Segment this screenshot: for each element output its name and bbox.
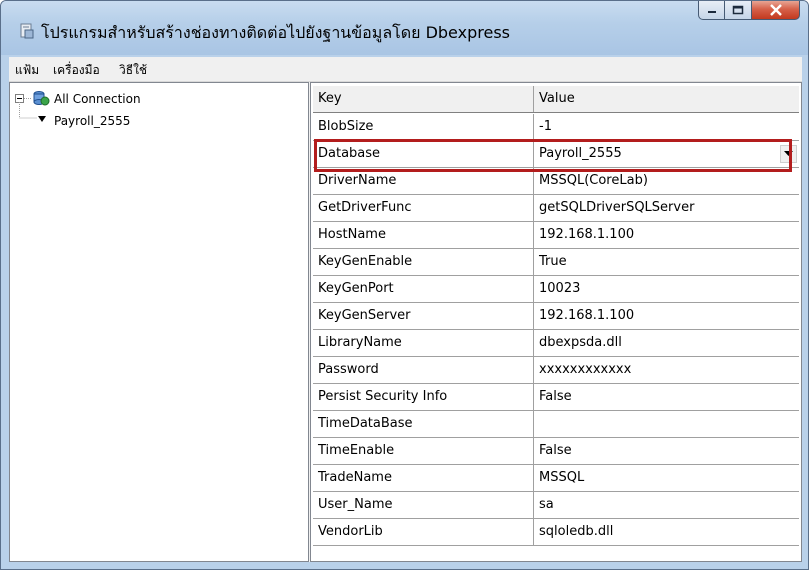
row-value[interactable]: dbexpsda.dll bbox=[534, 330, 799, 356]
row-value[interactable]: False bbox=[534, 438, 799, 464]
window-bottom-border bbox=[1, 562, 808, 569]
title-bar[interactable]: โปรแกรมสำหรับสร้างช่องทางติดต่อไปยังฐานข… bbox=[1, 1, 808, 55]
row-key: Password bbox=[313, 357, 534, 383]
row-value[interactable] bbox=[534, 411, 799, 437]
row-value[interactable]: 192.168.1.100 bbox=[534, 222, 799, 248]
minimize-button[interactable] bbox=[698, 1, 725, 20]
row-key: KeyGenEnable bbox=[313, 249, 534, 275]
app-icon bbox=[19, 23, 35, 39]
table-row[interactable]: TradeName MSSQL bbox=[313, 465, 799, 492]
row-key: TimeDataBase bbox=[313, 411, 534, 437]
table-row[interactable]: TimeDataBase bbox=[313, 411, 799, 438]
row-key: GetDriverFunc bbox=[313, 195, 534, 221]
menu-bar: แฟ้ม เครื่องมือ วิธีใช้ bbox=[9, 57, 802, 82]
row-value[interactable]: MSSQL bbox=[534, 465, 799, 491]
table-row[interactable]: HostName 192.168.1.100 bbox=[313, 222, 799, 249]
table-row[interactable]: KeyGenServer 192.168.1.100 bbox=[313, 303, 799, 330]
client-area: All Connection Payroll_2555 Key Value Bl… bbox=[9, 82, 802, 562]
row-value[interactable]: True bbox=[534, 249, 799, 275]
row-value[interactable]: xxxxxxxxxxxx bbox=[534, 357, 799, 383]
grid-header: Key Value bbox=[313, 86, 799, 113]
app-window: โปรแกรมสำหรับสร้างช่องทางติดต่อไปยังฐานข… bbox=[0, 0, 809, 570]
row-value[interactable]: Payroll_2555 bbox=[534, 141, 799, 167]
row-key: VendorLib bbox=[313, 519, 534, 545]
menu-tools[interactable]: เครื่องมือ bbox=[53, 61, 100, 80]
maximize-icon bbox=[732, 5, 744, 15]
row-value[interactable]: sa bbox=[534, 492, 799, 518]
row-key: TradeName bbox=[313, 465, 534, 491]
table-row[interactable]: LibraryName dbexpsda.dll bbox=[313, 330, 799, 357]
table-row[interactable]: VendorLib sqloledb.dll bbox=[313, 519, 799, 546]
row-value[interactable]: False bbox=[534, 384, 799, 410]
menu-file[interactable]: แฟ้ม bbox=[15, 61, 39, 80]
row-value[interactable]: 192.168.1.100 bbox=[534, 303, 799, 329]
menu-help[interactable]: วิธีใช้ bbox=[119, 61, 147, 80]
table-row[interactable]: KeyGenPort 10023 bbox=[313, 276, 799, 303]
chevron-down-icon bbox=[784, 151, 793, 156]
minimize-icon bbox=[707, 11, 716, 13]
row-key: User_Name bbox=[313, 492, 534, 518]
row-value[interactable]: 10023 bbox=[534, 276, 799, 302]
row-key: LibraryName bbox=[313, 330, 534, 356]
header-value: Value bbox=[534, 86, 799, 112]
expand-arrow-icon[interactable] bbox=[37, 115, 47, 123]
row-value[interactable]: getSQLDriverSQLServer bbox=[534, 195, 799, 221]
row-value[interactable]: MSSQL(CoreLab) bbox=[534, 168, 799, 194]
row-key: Database bbox=[313, 141, 534, 167]
table-row-selected[interactable]: Database Payroll_2555 bbox=[313, 141, 799, 168]
connection-tree[interactable]: All Connection Payroll_2555 bbox=[9, 82, 309, 562]
row-key: Persist Security Info bbox=[313, 384, 534, 410]
caption-buttons bbox=[698, 1, 800, 21]
dropdown-button[interactable] bbox=[780, 145, 797, 163]
table-row[interactable]: Persist Security Info False bbox=[313, 384, 799, 411]
row-key: BlobSize bbox=[313, 114, 534, 140]
row-value[interactable]: sqloledb.dll bbox=[534, 519, 799, 545]
row-key: KeyGenPort bbox=[313, 276, 534, 302]
row-key: TimeEnable bbox=[313, 438, 534, 464]
row-key: KeyGenServer bbox=[313, 303, 534, 329]
close-icon bbox=[769, 4, 782, 16]
row-value[interactable]: -1 bbox=[534, 114, 799, 140]
table-row[interactable]: TimeEnable False bbox=[313, 438, 799, 465]
table-row[interactable]: User_Name sa bbox=[313, 492, 799, 519]
header-key: Key bbox=[313, 86, 534, 112]
table-row[interactable]: DriverName MSSQL(CoreLab) bbox=[313, 168, 799, 195]
table-row[interactable]: GetDriverFunc getSQLDriverSQLServer bbox=[313, 195, 799, 222]
tree-root-label: All Connection bbox=[54, 92, 141, 106]
table-row[interactable]: Password xxxxxxxxxxxx bbox=[313, 357, 799, 384]
table-row[interactable]: BlobSize -1 bbox=[313, 114, 799, 141]
maximize-button[interactable] bbox=[725, 1, 752, 20]
tree-child-label: Payroll_2555 bbox=[54, 114, 131, 128]
row-key: HostName bbox=[313, 222, 534, 248]
window-title: โปรแกรมสำหรับสร้างช่องทางติดต่อไปยังฐานข… bbox=[41, 23, 510, 42]
table-row[interactable]: KeyGenEnable True bbox=[313, 249, 799, 276]
row-key: DriverName bbox=[313, 168, 534, 194]
properties-grid: Key Value BlobSize -1 Database Payroll_2555… bbox=[310, 82, 802, 562]
close-button[interactable] bbox=[752, 1, 800, 20]
